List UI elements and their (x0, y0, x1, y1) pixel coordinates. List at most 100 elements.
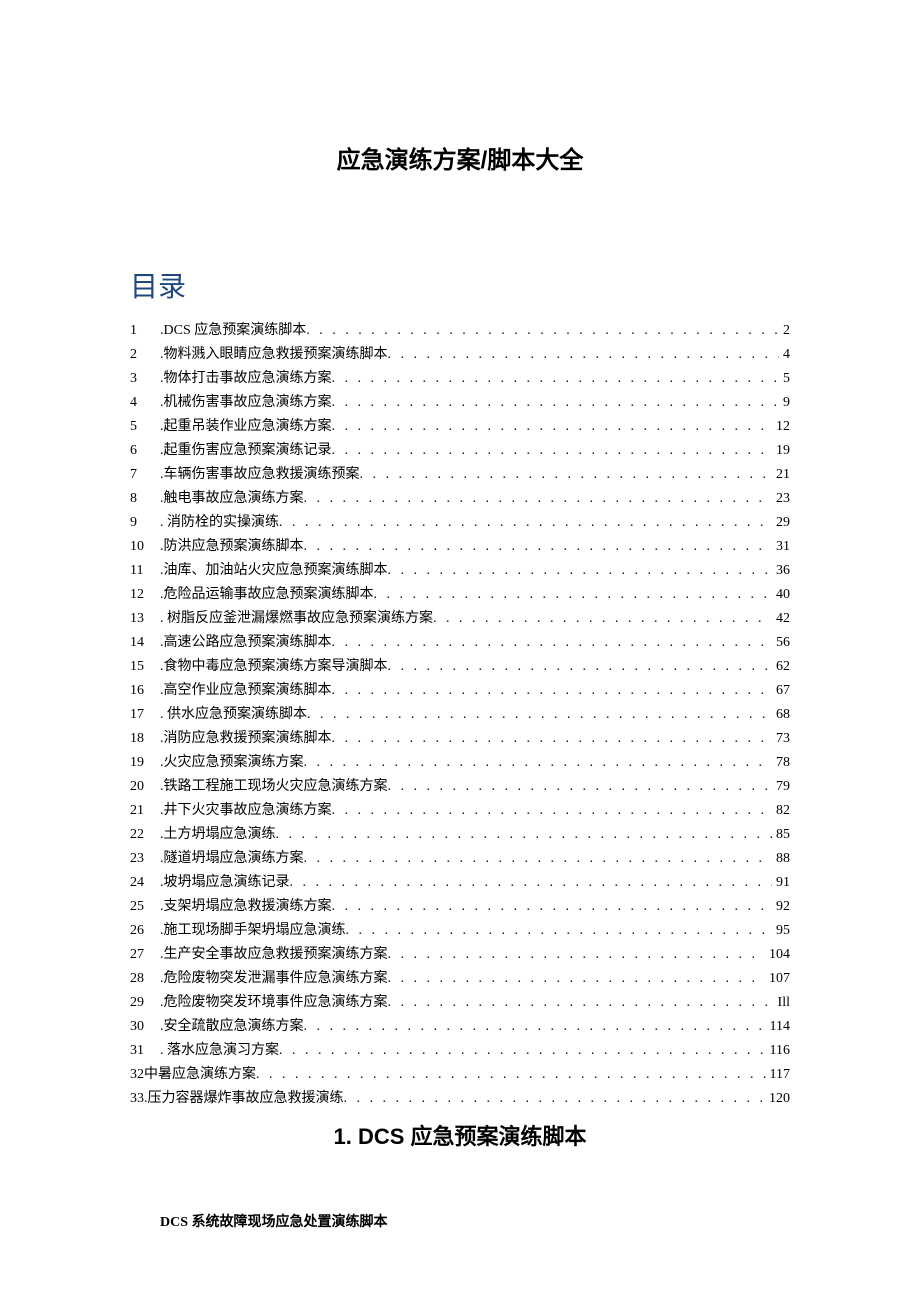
toc-leader-dots (307, 703, 772, 727)
toc-leader-dots (388, 559, 773, 583)
toc-item[interactable]: 33.压力容器爆炸事故应急救援演练 120 (130, 1087, 790, 1111)
toc-item-page: 40 (772, 583, 790, 607)
toc-item[interactable]: 30安全疏散应急演练方案114 (130, 1015, 790, 1039)
toc-item-label: 起重伤害应急预案演练记录 (160, 439, 332, 463)
toc-item-number: 1 (130, 319, 160, 343)
toc-leader-dots (388, 343, 780, 367)
toc-item-number: 29 (130, 991, 160, 1015)
toc-item[interactable]: 29危险废物突发环境事件应急演练方案Ill (130, 991, 790, 1015)
toc-item[interactable]: 1DCS 应急预案演练脚本2 (130, 319, 790, 343)
toc-item[interactable]: 16高空作业应急预案演练脚本 67 (130, 679, 790, 703)
toc-item[interactable]: 31 落水应急演习方案116 (130, 1039, 790, 1063)
toc-item[interactable]: 11油库、加油站火灾应急预案演练脚本36 (130, 559, 790, 583)
toc-item-label: DCS 应急预案演练脚本 (160, 319, 306, 343)
toc-item-label: 消防栓的实操演练 (160, 511, 279, 535)
toc-leader-dots (360, 463, 773, 487)
toc-item-label: 防洪应急预案演练脚本 (160, 535, 304, 559)
toc-item-label: 油库、加油站火灾应急预案演练脚本 (160, 559, 388, 583)
toc-item-number: 5 (130, 415, 160, 439)
toc-item[interactable]: 3物体打击事故应急演练方案5 (130, 367, 790, 391)
toc-leader-dots (332, 415, 773, 439)
toc-item[interactable]: 23隧道坍塌应急演练方案88 (130, 847, 790, 871)
toc-item-page: 5 (779, 367, 790, 391)
toc-item[interactable]: 17 供水应急预案演练脚本 68 (130, 703, 790, 727)
toc-leader-dots (276, 823, 773, 847)
toc-heading: 目录 (130, 265, 790, 305)
toc-item[interactable]: 7车辆伤害事故应急救援演练预案21 (130, 463, 790, 487)
toc-item-label: 物料溅入眼睛应急救援预案演练脚本 (160, 343, 388, 367)
toc-item[interactable]: 25支架坍塌应急救援演练方案92 (130, 895, 790, 919)
toc-item-number: 25 (130, 895, 160, 919)
toc-item-page: 4 (779, 343, 790, 367)
toc-item[interactable]: 15食物中毒应急预案演练方案导演脚本62 (130, 655, 790, 679)
toc-item[interactable]: 32中暑应急演练方案117 (130, 1063, 790, 1087)
toc-item[interactable]: 2物料溅入眼睛应急救援预案演练脚本 4 (130, 343, 790, 367)
toc-item-page: 67 (772, 679, 790, 703)
toc-item-page: 114 (766, 1015, 790, 1039)
toc-item-page: 23 (772, 487, 790, 511)
toc-item[interactable]: 13 树脂反应釜泄漏爆燃事故应急预案演练方案 42 (130, 607, 790, 631)
toc-item[interactable]: 20铁路工程施工现场火灾应急演练方案79 (130, 775, 790, 799)
toc-item[interactable]: 5起重吊装作业应急演练方案 12 (130, 415, 790, 439)
toc-leader-dots (304, 1015, 766, 1039)
toc-item-number: 2 (130, 343, 160, 367)
document-title: 应急演练方案/脚本大全 (130, 140, 790, 175)
toc-item-label: 触电事故应急演练方案 (160, 487, 304, 511)
toc-item[interactable]: 26施工现场脚手架坍塌应急演练95 (130, 919, 790, 943)
toc-item[interactable]: 8触电事故应急演练方案23 (130, 487, 790, 511)
toc-item-label: 井下火灾事故应急演练方案 (160, 799, 332, 823)
toc-item[interactable]: 24坡坍塌应急演练记录91 (130, 871, 790, 895)
toc-item-number: 24 (130, 871, 160, 895)
toc-item-page: 12 (772, 415, 790, 439)
toc-item-page: 56 (772, 631, 790, 655)
toc-item-number: 4 (130, 391, 160, 415)
toc-item-number: 10 (130, 535, 160, 559)
toc-leader-dots (374, 583, 773, 607)
toc-leader-dots (304, 751, 773, 775)
toc-item-number: 16 (130, 679, 160, 703)
toc-item-page: 62 (772, 655, 790, 679)
toc-leader-dots (332, 439, 773, 463)
toc-item-label: 高空作业应急预案演练脚本 (160, 679, 332, 703)
toc-item-page: 42 (772, 607, 790, 631)
toc-leader-dots (332, 391, 780, 415)
toc-item[interactable]: 22土方坍塌应急演练85 (130, 823, 790, 847)
toc-leader-dots (332, 679, 773, 703)
toc-item[interactable]: 9 消防栓的实操演练 29 (130, 511, 790, 535)
toc-item-number: 7 (130, 463, 160, 487)
toc-item-label: 隧道坍塌应急演练方案 (160, 847, 304, 871)
toc-item-label: 铁路工程施工现场火灾应急演练方案 (160, 775, 388, 799)
toc-item[interactable]: 21井下火灾事故应急演练方案82 (130, 799, 790, 823)
toc-entry-inline: 33.压力容器爆炸事故应急救援演练 (130, 1087, 344, 1111)
toc-leader-dots (388, 943, 766, 967)
toc-item-label: 起重吊装作业应急演练方案 (160, 415, 332, 439)
toc-item[interactable]: 28危险废物突发泄漏事件应急演练方案107 (130, 967, 790, 991)
toc-item-page: 68 (772, 703, 790, 727)
toc-item-number: 3 (130, 367, 160, 391)
toc-item-page: 21 (772, 463, 790, 487)
toc-item[interactable]: 14高速公路应急预案演练脚本56 (130, 631, 790, 655)
toc-item-page: 120 (765, 1087, 790, 1111)
toc-item-page: 19 (772, 439, 790, 463)
toc-item-page: 82 (772, 799, 790, 823)
toc-item-label: 树脂反应釜泄漏爆燃事故应急预案演练方案 (160, 607, 433, 631)
toc-item[interactable]: 4机械伤害事故应急演练方案9 (130, 391, 790, 415)
toc-item-label: 生产安全事故应急救援预案演练方案 (160, 943, 388, 967)
toc-item-number: 12 (130, 583, 160, 607)
toc-leader-dots (332, 727, 773, 751)
toc-item-number: 18 (130, 727, 160, 751)
toc-item-label: 供水应急预案演练脚本 (160, 703, 307, 727)
toc-item-label: 危险品运输事故应急预案演练脚本 (160, 583, 374, 607)
toc-item-label: 安全疏散应急演练方案 (160, 1015, 304, 1039)
toc-item-number: 11 (130, 559, 160, 583)
toc-item-number: 27 (130, 943, 160, 967)
toc-item[interactable]: 12危险品运输事故应急预案演练脚本 40 (130, 583, 790, 607)
toc-item[interactable]: 19火灾应急预案演练方案78 (130, 751, 790, 775)
toc-item[interactable]: 27生产安全事故应急救援预案演练方案104 (130, 943, 790, 967)
toc-item[interactable]: 18消防应急救援预案演练脚本73 (130, 727, 790, 751)
toc-leader-dots (279, 511, 772, 535)
toc-item[interactable]: 6起重伤害应急预案演练记录19 (130, 439, 790, 463)
toc-item-page: 117 (766, 1063, 790, 1087)
toc-item[interactable]: 10防洪应急预案演练脚本31 (130, 535, 790, 559)
toc-item-page: 107 (765, 967, 790, 991)
